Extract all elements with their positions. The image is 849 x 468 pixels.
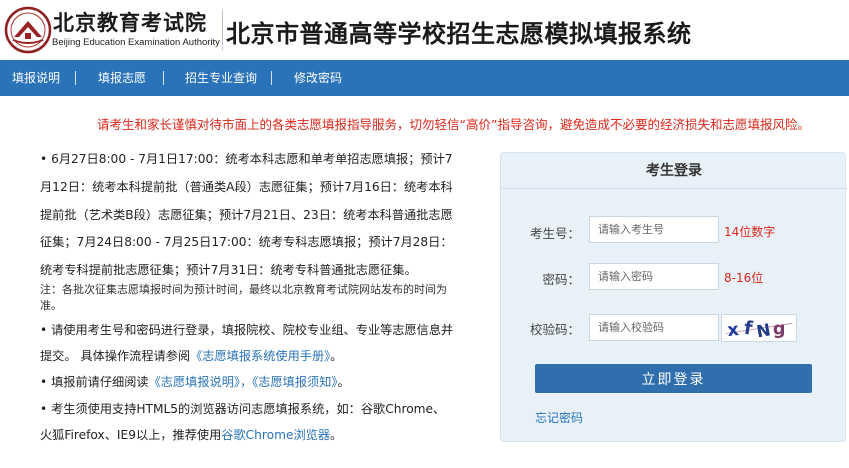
logo-english-name: Beijing Education Examination Authority xyxy=(52,37,220,48)
captcha-glyph: x xyxy=(726,320,740,341)
nav-item-filling-instructions[interactable]: 填报说明 xyxy=(12,60,60,96)
nav-divider xyxy=(271,71,272,85)
browser-text: 火狐Firefox、IE9以上，推荐使用 xyxy=(40,428,222,442)
warning-notice: 请考生和家长谨慎对待市面上的各类志愿填报指导服务，切勿轻信“高价”指导咨询，避免… xyxy=(97,117,810,132)
schedule-line: 提前批（艺术类B段）志愿征集；预计7月21日、23日：统考本科普通批志愿 xyxy=(40,208,453,222)
nav-divider xyxy=(75,71,76,85)
forgot-password-link[interactable]: 忘记密码 xyxy=(535,409,583,426)
user-manual-link[interactable]: 《志愿填报系统使用手册》 xyxy=(190,349,330,363)
schedule-line: 月12日：统考本科提前批（普通类A段）志愿征集；预计7月16日：统考本科 xyxy=(40,180,453,194)
read-guide-line: • 填报前请仔细阅读《志愿填报说明》，《志愿填报须知》。 xyxy=(40,372,350,390)
login-instruction-line: • 请使用考生号和密码进行登录，填报院校、院校专业组、专业等志愿信息并 xyxy=(40,323,454,337)
password-label: 密码： xyxy=(542,272,580,287)
filling-notice-link[interactable]: 《志愿填报须知》 xyxy=(252,375,337,389)
captcha-glyph: N xyxy=(755,319,772,341)
filling-instructions-link[interactable]: 《志愿填报说明》 xyxy=(149,375,240,389)
punctuation: 。 xyxy=(330,428,343,442)
punctuation: 。 xyxy=(330,349,343,363)
punctuation: ， xyxy=(239,375,253,389)
schedule-note: 注：各批次征集志愿填报时间为预计时间，最终以北京教育考试院网站发布的时间为 xyxy=(40,283,447,296)
password-input[interactable] xyxy=(589,263,719,290)
browser-line: 火狐Firefox、IE9以上，推荐使用谷歌Chrome浏览器。 xyxy=(40,425,342,443)
password-hint: 8-16位 xyxy=(724,271,764,285)
captcha-input[interactable] xyxy=(589,314,719,341)
browser-line: • 考生须使用支持HTML5的浏览器访问志愿填报系统，如：谷歌Chrome、 xyxy=(40,402,446,416)
nav-item-change-password[interactable]: 修改密码 xyxy=(294,60,342,96)
examinee-number-label: 考生号： xyxy=(529,226,580,241)
schedule-note: 准。 xyxy=(40,299,62,312)
logo-divider xyxy=(222,10,223,50)
schedule-line: 统考专科提前批志愿征集；预计7月31日：统考专科普通批志愿征集。 xyxy=(40,263,417,277)
chrome-browser-link[interactable]: 谷歌Chrome浏览器 xyxy=(221,428,330,442)
nav-item-major-query[interactable]: 招生专业查询 xyxy=(185,60,257,96)
login-instruction-text: 提交。 具体操作流程请参阅 xyxy=(40,349,191,363)
schedule-line: • 6月27日8:00 - 7月1日17:00：统考本科志愿和单考单招志愿填报；… xyxy=(40,152,453,166)
punctuation: 。 xyxy=(337,375,350,389)
beijing-education-logo-icon xyxy=(4,6,52,54)
login-button[interactable]: 立即登录 xyxy=(535,364,812,393)
login-card: 考生登录 考生号： 14位数字 密码： 8-16位 校验码： x f N g 立… xyxy=(500,152,847,442)
site-header: 北京教育考试院 Beijing Education Examination Au… xyxy=(0,0,849,60)
nav-divider xyxy=(163,71,164,85)
system-title: 北京市普通高等学校招生志愿模拟填报系统 xyxy=(226,20,692,48)
schedule-line: 征集；7月24日8:00 - 7月25日17:00：统考专科志愿填报；预计7月2… xyxy=(40,235,453,249)
login-card-title: 考生登录 xyxy=(501,153,847,189)
login-instruction-line: 提交。 具体操作流程请参阅《志愿填报系统使用手册》。 xyxy=(40,346,342,364)
examinee-number-input[interactable] xyxy=(589,216,719,243)
captcha-label: 校验码： xyxy=(529,322,580,337)
captcha-glyph: f xyxy=(743,318,755,340)
read-guide-text: • 填报前请仔细阅读 xyxy=(40,375,149,389)
nav-item-fill-volunteer[interactable]: 填报志愿 xyxy=(98,60,146,96)
main-nav: 填报说明 填报志愿 招生专业查询 修改密码 xyxy=(0,60,849,96)
captcha-image[interactable]: x f N g xyxy=(721,314,797,342)
examinee-number-hint: 14位数字 xyxy=(724,225,776,239)
captcha-glyph: g xyxy=(773,320,786,340)
logo-chinese-name: 北京教育考试院 xyxy=(53,10,207,35)
